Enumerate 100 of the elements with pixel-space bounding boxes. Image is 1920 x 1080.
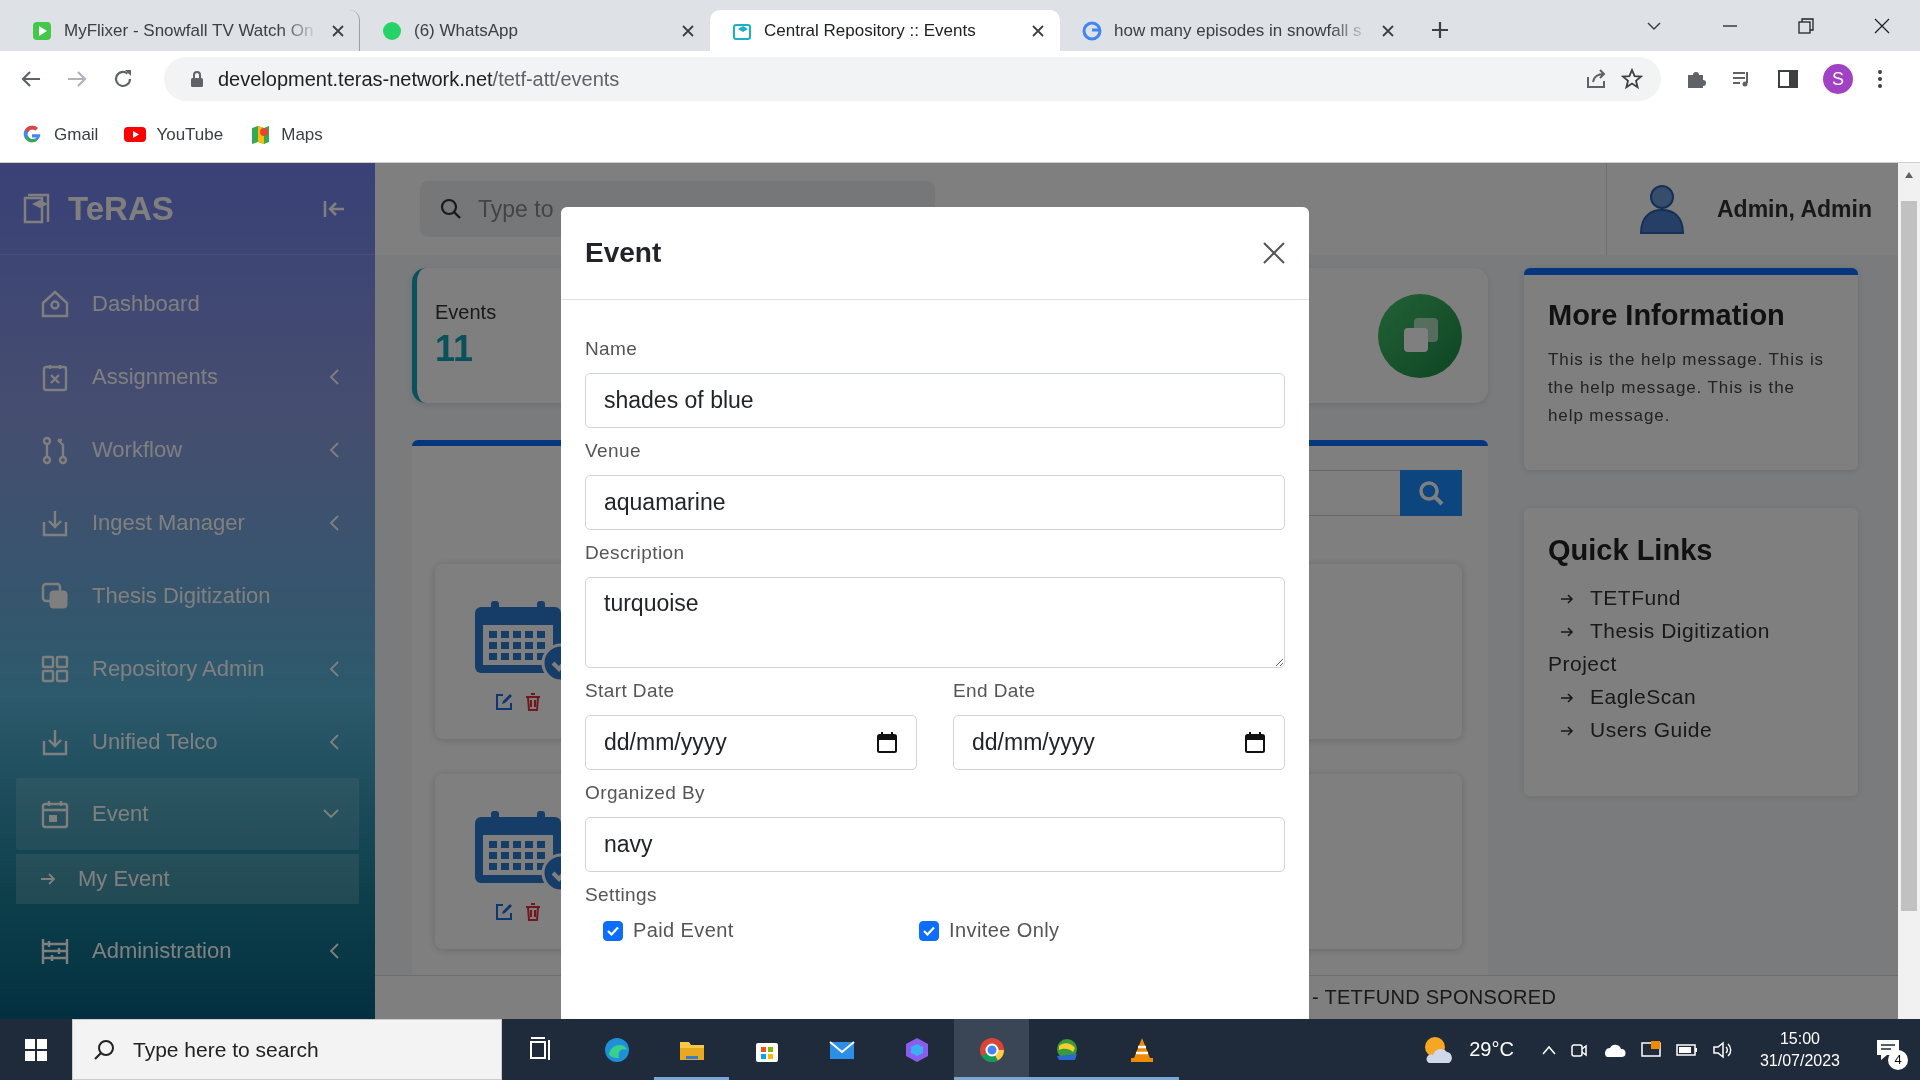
copy-icon	[1378, 293, 1462, 378]
speaker-icon[interactable]	[1711, 1040, 1732, 1059]
trash-icon[interactable]	[525, 693, 541, 711]
search-icon	[1418, 480, 1444, 506]
star-icon[interactable]	[1621, 68, 1643, 90]
scrollbar[interactable]	[1898, 163, 1920, 1019]
scroll-up-icon[interactable]	[1904, 171, 1914, 179]
restore-icon[interactable]	[1798, 17, 1814, 34]
battery-icon[interactable]	[1675, 1043, 1698, 1056]
chevron-left-icon	[329, 514, 339, 531]
taskbar-search[interactable]: Type here to search	[72, 1019, 502, 1080]
arrow-right-icon	[1560, 626, 1574, 639]
display-icon[interactable]	[1639, 1039, 1662, 1060]
close-icon[interactable]	[1031, 23, 1045, 38]
taskbar-app[interactable]	[954, 1019, 1029, 1080]
browser-icon	[602, 1035, 631, 1064]
help-text: This is the help message. This is the help message. This is the help message.	[1548, 349, 1825, 427]
field-label: End Date	[953, 680, 1037, 702]
clock-time: 15:00	[1779, 1028, 1820, 1049]
chevron-left-icon	[329, 660, 339, 677]
close-icon[interactable]	[1381, 23, 1395, 38]
calendar-icon[interactable]	[877, 731, 897, 753]
tab-title: Central Repository :: Events	[764, 20, 977, 41]
field-label: Name	[585, 338, 639, 360]
browser-tab[interactable]: (6) WhatsApp	[360, 10, 710, 51]
text-area[interactable]: turquoise	[585, 577, 1285, 668]
check-icon	[923, 925, 935, 936]
checkbox[interactable]	[919, 920, 939, 941]
bookmark-link[interactable]: YouTube	[124, 124, 224, 145]
close-icon[interactable]	[681, 23, 695, 38]
address-bar[interactable]: development.teras-network.net/tetf-att/events	[164, 57, 1661, 101]
chrome-icon	[977, 1035, 1006, 1064]
input-field[interactable]: shades of blue	[585, 373, 1285, 428]
trash-icon[interactable]	[525, 903, 541, 921]
clock-date: 31/07/2023	[1759, 1050, 1840, 1071]
date-field[interactable]: dd/mm/yyyy	[585, 715, 917, 770]
field-label: Organized By	[585, 782, 706, 804]
calendar-icon	[40, 799, 70, 829]
close-icon	[1263, 242, 1285, 264]
browser-tab[interactable]: how many episodes in snowfall s	[1060, 10, 1410, 51]
field-label: Venue	[585, 440, 642, 462]
quick-link[interactable]: EagleScan	[1548, 680, 1834, 713]
lock-icon	[190, 70, 204, 88]
field-label: Start Date	[585, 680, 676, 702]
copy-icon	[40, 580, 70, 611]
chevron-left-icon	[329, 441, 339, 458]
arrow-right-icon	[40, 872, 56, 886]
profile-avatar[interactable]: S	[1823, 64, 1853, 94]
quick-link[interactable]: Users Guide	[1548, 713, 1834, 746]
side-panel-icon[interactable]	[1777, 68, 1799, 90]
tab-favicon	[382, 20, 402, 41]
new-tab-icon[interactable]	[1430, 20, 1450, 40]
edit-icon[interactable]	[495, 903, 513, 921]
stat-value: 11	[435, 328, 475, 370]
windows-icon	[25, 1038, 47, 1061]
play-icon	[124, 124, 147, 145]
check-icon	[607, 925, 619, 936]
checkbox[interactable]	[603, 920, 623, 941]
card-title: Quick Links	[1548, 534, 1714, 567]
home-icon	[40, 288, 70, 319]
quick-link[interactable]: Thesis Digitization Project	[1548, 614, 1834, 680]
user-avatar-icon[interactable]	[1638, 184, 1685, 234]
grid-icon	[40, 653, 70, 684]
card-title: More Information	[1548, 299, 1786, 332]
scrollbar-thumb[interactable]	[1901, 201, 1917, 911]
chevron-up-icon[interactable]	[1541, 1044, 1556, 1055]
bookmark-link[interactable]: Gmail	[22, 124, 99, 145]
input-field[interactable]: navy	[585, 817, 1285, 872]
sidebar-item[interactable]: Administration	[16, 914, 359, 987]
close-icon[interactable]	[1874, 17, 1890, 34]
input-field[interactable]: aquamarine	[585, 475, 1285, 530]
checkbox-label: Paid Event	[633, 919, 734, 942]
chevron-left-icon	[329, 733, 339, 750]
search-icon	[93, 1038, 115, 1061]
tab-title: MyFlixer - Snowfall TV Watch On	[64, 20, 315, 41]
app-logo-text: TeRAS	[68, 189, 174, 228]
bookmark-link[interactable]: Maps	[249, 124, 323, 145]
dialog-title: Event	[585, 237, 662, 269]
arrow-right-icon	[1560, 593, 1574, 606]
arrow-right-icon	[1560, 725, 1574, 738]
temperature: 29°C	[1469, 1038, 1514, 1061]
reload-icon[interactable]	[112, 68, 134, 90]
date-field[interactable]: dd/mm/yyyy	[953, 715, 1285, 770]
tab-favicon	[1082, 20, 1102, 41]
menu-icon[interactable]	[1877, 69, 1883, 89]
calendar-icon[interactable]	[1245, 731, 1265, 753]
branch-icon	[40, 434, 70, 465]
field-label: Description	[585, 542, 686, 564]
share-icon[interactable]	[1585, 68, 1607, 90]
notification-count: 4	[1888, 1049, 1908, 1070]
browser-tab[interactable]: Central Repository :: Events	[710, 10, 1060, 51]
quick-link[interactable]: TETFund	[1548, 581, 1834, 614]
tab-favicon	[32, 20, 52, 41]
arrow-right-icon	[1560, 692, 1574, 705]
tab-title: how many episodes in snowfall s	[1114, 20, 1363, 41]
field-label: Settings	[585, 884, 658, 906]
close-icon[interactable]	[331, 23, 345, 38]
tab-title: (6) WhatsApp	[414, 20, 519, 41]
checkbox-label: Invitee Only	[949, 919, 1060, 942]
edit-icon[interactable]	[495, 693, 513, 711]
